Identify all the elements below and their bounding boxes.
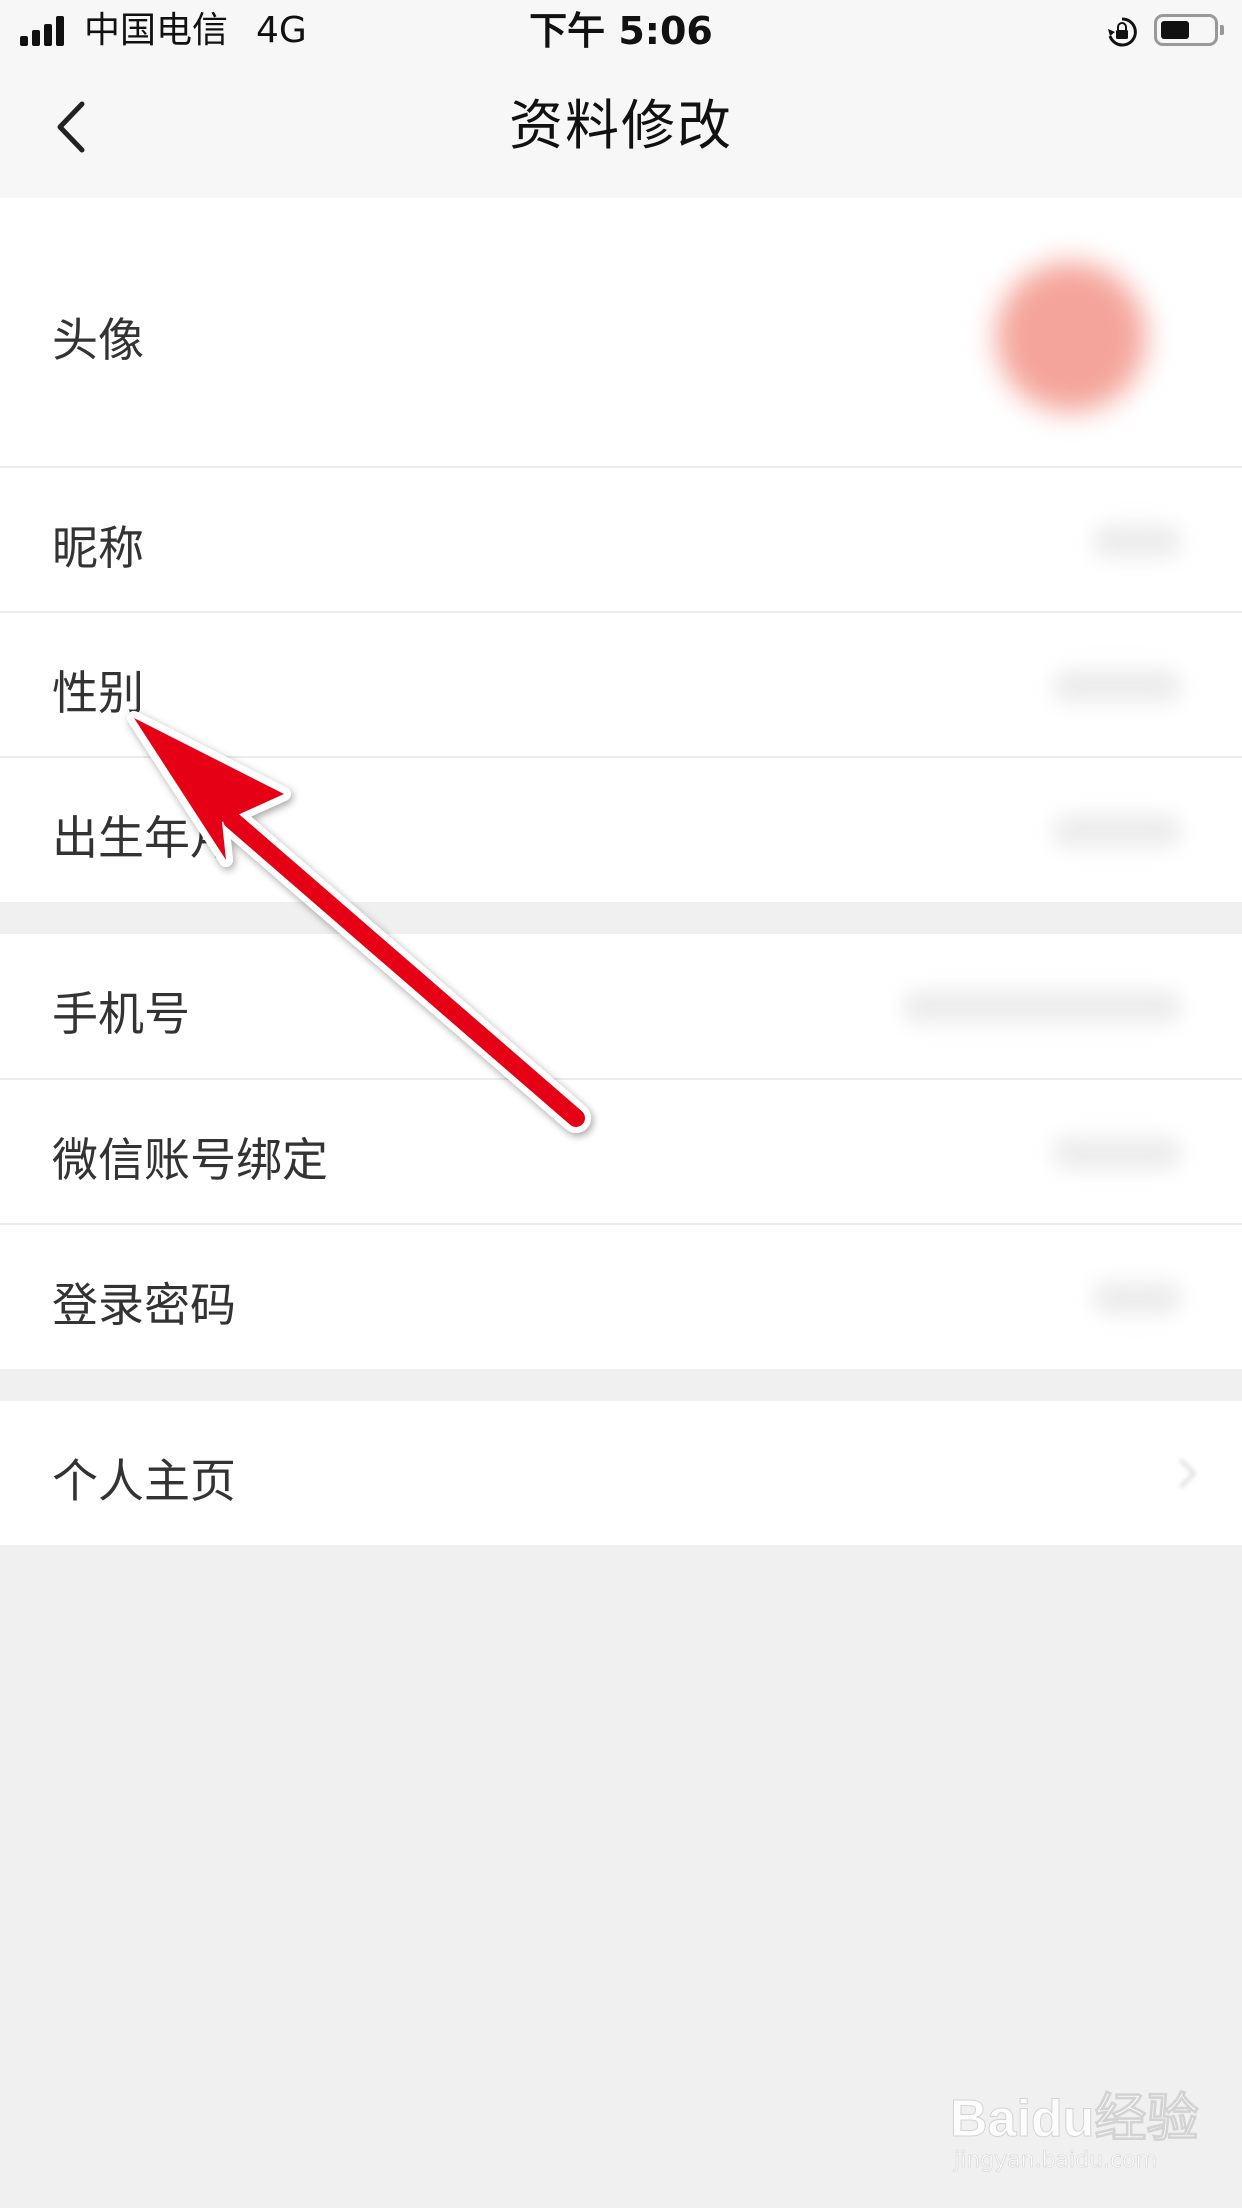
- wechat-binding-value: [1052, 1136, 1182, 1170]
- homepage-label: 个人主页: [52, 1454, 236, 1508]
- watermark-logo: Baidu经验: [949, 2090, 1199, 2149]
- phone-row[interactable]: 手机号: [0, 934, 1242, 1080]
- rotation-lock-icon: [1108, 17, 1137, 47]
- chevron-right-icon: [1166, 1458, 1197, 1489]
- baidu-jingyan-watermark: Baidu经验 jingyan.baidu.com: [949, 2076, 1210, 2186]
- nickname-row[interactable]: 昵称: [0, 468, 1242, 613]
- birth-month-label: 出生年月: [52, 811, 236, 865]
- status-bar: 中国电信 4G 下午 5:06: [0, 0, 1242, 62]
- status-time: 下午 5:06: [529, 9, 713, 53]
- wechat-binding-label: 微信账号绑定: [52, 1133, 328, 1187]
- page-title: 资料修改: [509, 94, 733, 157]
- gender-value: [1052, 669, 1182, 703]
- avatar-row[interactable]: 头像: [0, 198, 1242, 468]
- phone-label: 手机号: [52, 987, 190, 1041]
- navigation-bar: 资料修改: [0, 62, 1242, 198]
- gender-row[interactable]: 性别: [0, 613, 1242, 758]
- phone-value: [902, 990, 1182, 1024]
- battery-icon: [1154, 14, 1224, 46]
- nickname-value: [1092, 524, 1182, 558]
- birth-month-value: [1052, 814, 1182, 848]
- birth-month-row[interactable]: 出生年月: [0, 758, 1242, 902]
- login-password-label: 登录密码: [52, 1278, 236, 1332]
- login-password-row[interactable]: 登录密码: [0, 1225, 1242, 1369]
- login-password-value: [1092, 1281, 1182, 1315]
- homepage-row[interactable]: 个人主页: [0, 1401, 1242, 1545]
- nickname-label: 昵称: [52, 521, 144, 575]
- avatar[interactable]: [996, 262, 1146, 412]
- avatar-label: 头像: [52, 313, 144, 367]
- watermark-url: jingyan.baidu.com: [954, 2148, 1158, 2174]
- gender-label: 性别: [52, 666, 144, 720]
- wechat-binding-row[interactable]: 微信账号绑定: [0, 1080, 1242, 1225]
